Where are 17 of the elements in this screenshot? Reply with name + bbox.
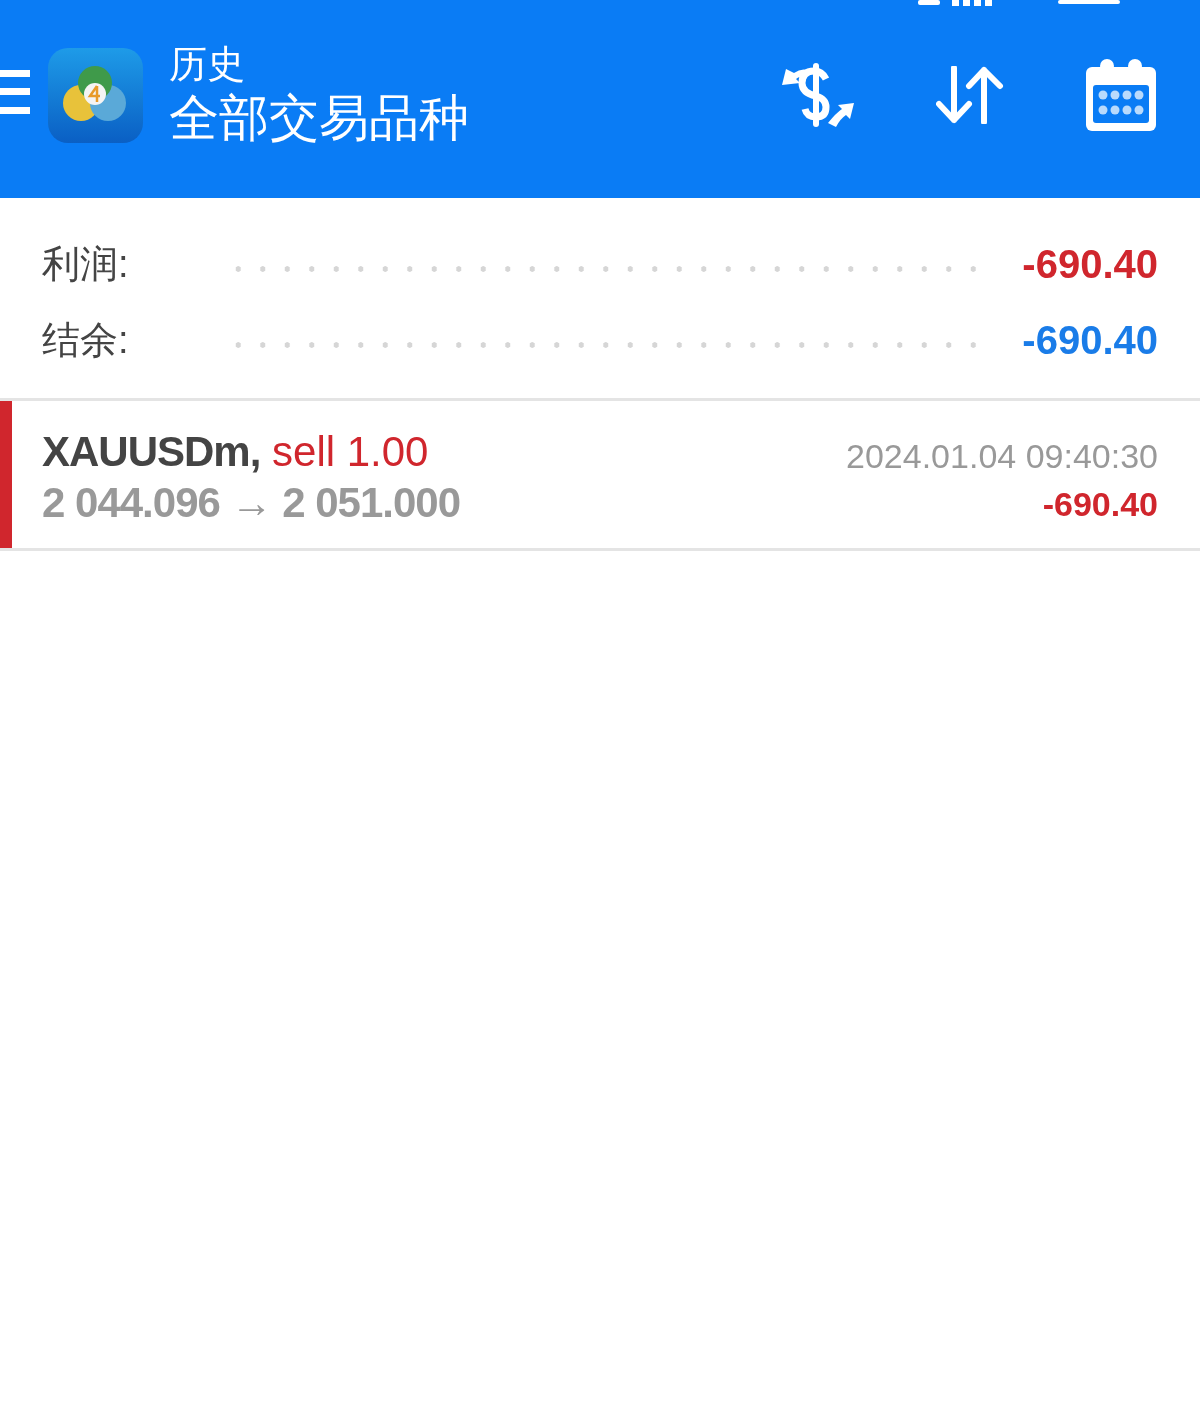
sort-icon[interactable] xyxy=(936,66,1004,124)
trade-symbol: XAUUSDm, xyxy=(42,428,261,475)
summary-label: 结余: xyxy=(42,317,130,363)
trade-row[interactable]: XAUUSDm, sell 1.00 2 044.096 → 2 051.000 2024.01.04 09:40:30 -690.40 xyxy=(0,401,1200,551)
trade-prices: 2 044.096 → 2 051.000 xyxy=(42,478,461,528)
currency-exchange-icon[interactable] xyxy=(780,63,854,127)
calendar-icon[interactable] xyxy=(1086,59,1156,131)
symbol-filter[interactable]: 全部交易品种 xyxy=(169,87,469,149)
trade-profit: -690.40 xyxy=(1041,484,1158,525)
screen-title: 历史 xyxy=(169,42,246,87)
summary-value: -690.40 xyxy=(1022,241,1158,287)
trade-order: sell 1.00 xyxy=(272,428,429,475)
app-logo-icon xyxy=(48,47,143,143)
menu-icon[interactable] xyxy=(0,70,30,114)
trade-time: 2024.01.04 09:40:30 xyxy=(846,436,1158,477)
summary-label: 利润: xyxy=(42,241,130,287)
summary-value: -690.40 xyxy=(1022,317,1158,363)
